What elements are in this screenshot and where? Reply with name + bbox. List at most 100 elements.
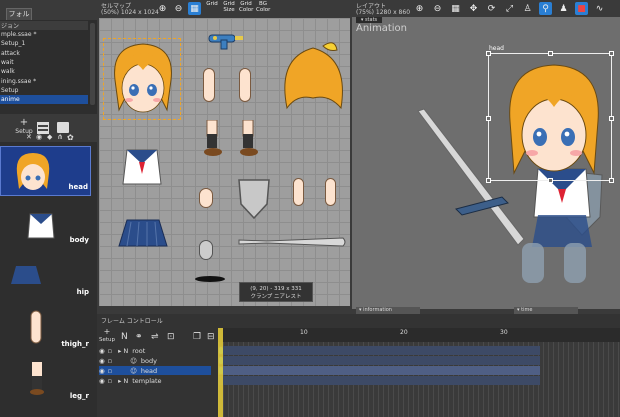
cellmap-status: (9, 20) - 319 x 331 クランプ ニアレスト <box>239 282 313 302</box>
handle-tr[interactable] <box>609 51 614 56</box>
eye-icon[interactable]: ◉ <box>99 367 105 375</box>
tab-folder[interactable]: フォルダ <box>6 8 32 29</box>
file-item[interactable]: wait <box>0 58 88 67</box>
forearm-cell-2 <box>239 68 251 102</box>
file-list-scrollbar[interactable] <box>90 23 95 105</box>
zoom-out-icon[interactable]: ⊖ <box>431 2 444 15</box>
color-icon[interactable]: ■ <box>575 2 588 15</box>
shirt-cell <box>122 149 162 185</box>
duplicate-icon[interactable]: ⚭ <box>135 332 143 342</box>
layout-canvas[interactable]: ▾ stats Animation head <box>352 17 620 309</box>
timeline-panel: フレーム コントロール + Setup N ⚭ ⇌ ⊡ ❐ ⊟ ◉ ▫ ▸ Nroot ◉… <box>97 314 620 417</box>
cellmap-size: (50%) 1024 x 1024 <box>101 9 159 16</box>
lock-icon[interactable]: ▫ <box>108 377 112 385</box>
hand-cell <box>199 188 213 208</box>
file-item[interactable]: attack <box>0 49 88 58</box>
part-item[interactable]: body <box>0 198 91 248</box>
scale-icon[interactable]: ⤢ <box>503 2 516 15</box>
link-icon[interactable]: ⇌ <box>151 332 159 342</box>
curve-icon[interactable]: ∿ <box>593 2 606 15</box>
part-item[interactable]: leg_r <box>0 354 91 404</box>
shield-cell <box>238 179 270 220</box>
frame-row-root[interactable] <box>218 346 540 355</box>
eye-icon[interactable]: ◉ <box>99 347 105 355</box>
folder-header: ジョン <box>0 21 88 30</box>
frame-row-template[interactable] <box>218 376 540 385</box>
handle-ml[interactable] <box>486 116 491 121</box>
part-item-label: body <box>69 236 89 244</box>
part-item-label: head <box>68 183 88 191</box>
handle-tl[interactable] <box>486 51 491 56</box>
timeline-frame-grid[interactable] <box>218 342 620 417</box>
new-part-icon[interactable]: N <box>121 332 128 342</box>
grid-toggle-button[interactable]: Grid <box>205 1 219 17</box>
expand-icon[interactable]: ▸ <box>118 347 121 355</box>
grid-size-button[interactable]: Grid Size <box>222 1 236 17</box>
part-item[interactable]: thigh_r <box>0 302 91 352</box>
lock-icon[interactable]: ▫ <box>108 357 112 365</box>
grid-icon[interactable]: ▦ <box>449 2 462 15</box>
lock-icon[interactable]: ▫ <box>108 347 112 355</box>
handle-br[interactable] <box>609 178 614 183</box>
file-item[interactable]: Setup_1 <box>0 39 88 48</box>
cellmap-canvas[interactable]: (9, 20) - 319 x 331 クランプ ニアレスト <box>99 18 350 306</box>
paste-icon[interactable]: ❐ <box>193 332 201 342</box>
zoom-in-icon[interactable]: ⊕ <box>413 2 426 15</box>
file-item[interactable]: anime <box>0 95 88 105</box>
grid-icon[interactable]: ▦ <box>188 2 201 15</box>
tick-30: 30 <box>500 329 508 336</box>
eye-icon[interactable]: ◉ <box>99 357 105 365</box>
figure-icon[interactable]: ♟ <box>557 2 570 15</box>
file-item[interactable]: Setup <box>0 86 88 95</box>
zoom-out-icon[interactable]: ⊖ <box>172 2 185 15</box>
playhead[interactable] <box>218 328 223 417</box>
time-tab[interactable]: ▾ time <box>514 307 578 314</box>
person-icon[interactable]: ♙ <box>521 2 534 15</box>
image-icon[interactable] <box>57 122 69 133</box>
timeline-ruler[interactable]: 10 20 30 <box>218 328 620 342</box>
move-icon[interactable]: ✥ <box>467 2 480 15</box>
handle-bc[interactable] <box>548 178 553 183</box>
file-item[interactable]: walk <box>0 67 88 76</box>
grid-color-button[interactable]: Grid Color <box>239 1 253 17</box>
handle-tc[interactable] <box>548 51 553 56</box>
timeline-layer-row[interactable]: ◉ ▫ ☺ body <box>99 356 211 365</box>
plus-icon: + <box>19 117 29 128</box>
cellmap-filter-mode: クランプ ニアレスト <box>250 294 302 300</box>
lock-icon[interactable]: ▫ <box>108 367 112 375</box>
timeline-layer-row[interactable]: ◉ ▫ ▸ Nroot <box>99 346 211 355</box>
settings-icon[interactable]: ✿ <box>67 133 74 142</box>
layout-panel: レイアウト (75%) 1280 x 860 ⊕ ⊖ ▦ ✥ ⟳ ⤢ ♙ ⚲ ♟… <box>352 0 620 314</box>
eye-icon[interactable]: ◉ <box>36 133 42 141</box>
walk-icon[interactable]: ⚲ <box>539 2 552 15</box>
rotate-icon[interactable]: ⟳ <box>485 2 498 15</box>
timeline-setup-button[interactable]: + Setup <box>99 328 115 346</box>
information-tab[interactable]: ▾ information <box>356 307 420 314</box>
timeline-title: フレーム コントロール <box>101 318 163 325</box>
selection-box[interactable]: head <box>486 45 614 183</box>
handle-mr[interactable] <box>609 116 614 121</box>
zoom-in-icon[interactable]: ⊕ <box>156 2 169 15</box>
delete-icon[interactable]: ⊟ <box>207 332 215 342</box>
parts-panel: + Setup ✕ ◉ ◆ ⋔ ✿ head body hip thigh_r leg_… <box>0 106 97 417</box>
timeline-layer-row[interactable]: ◉ ▫ ☺ head <box>99 366 211 375</box>
arrow-icon[interactable]: ✕ <box>26 133 32 141</box>
layer-type-icon: ☺ <box>130 366 137 375</box>
hierarchy-icon[interactable]: ⋔ <box>57 133 63 141</box>
file-item[interactable]: mple.ssae * <box>0 30 88 39</box>
timeline-layer-row[interactable]: ◉ ▫ ▸ Ntemplate <box>99 376 211 385</box>
expand-icon[interactable]: ▸ <box>118 377 121 385</box>
lock-icon[interactable]: ⊡ <box>167 332 175 342</box>
file-item[interactable]: ining.ssae * <box>0 77 88 86</box>
frame-row-head[interactable] <box>218 366 540 375</box>
layout-watermark: Animation <box>356 23 407 34</box>
forearm-cell <box>203 68 215 102</box>
bg-color-button[interactable]: BG Color <box>256 1 270 17</box>
part-item[interactable]: head <box>0 146 91 196</box>
frame-row-body[interactable] <box>218 356 540 365</box>
eye-icon[interactable]: ◉ <box>99 377 105 385</box>
part-item[interactable]: hip <box>0 250 91 300</box>
parts-toolbar: + Setup ✕ ◉ ◆ ⋔ ✿ <box>0 114 97 142</box>
tag-icon[interactable]: ◆ <box>47 133 52 141</box>
handle-bl[interactable] <box>486 178 491 183</box>
